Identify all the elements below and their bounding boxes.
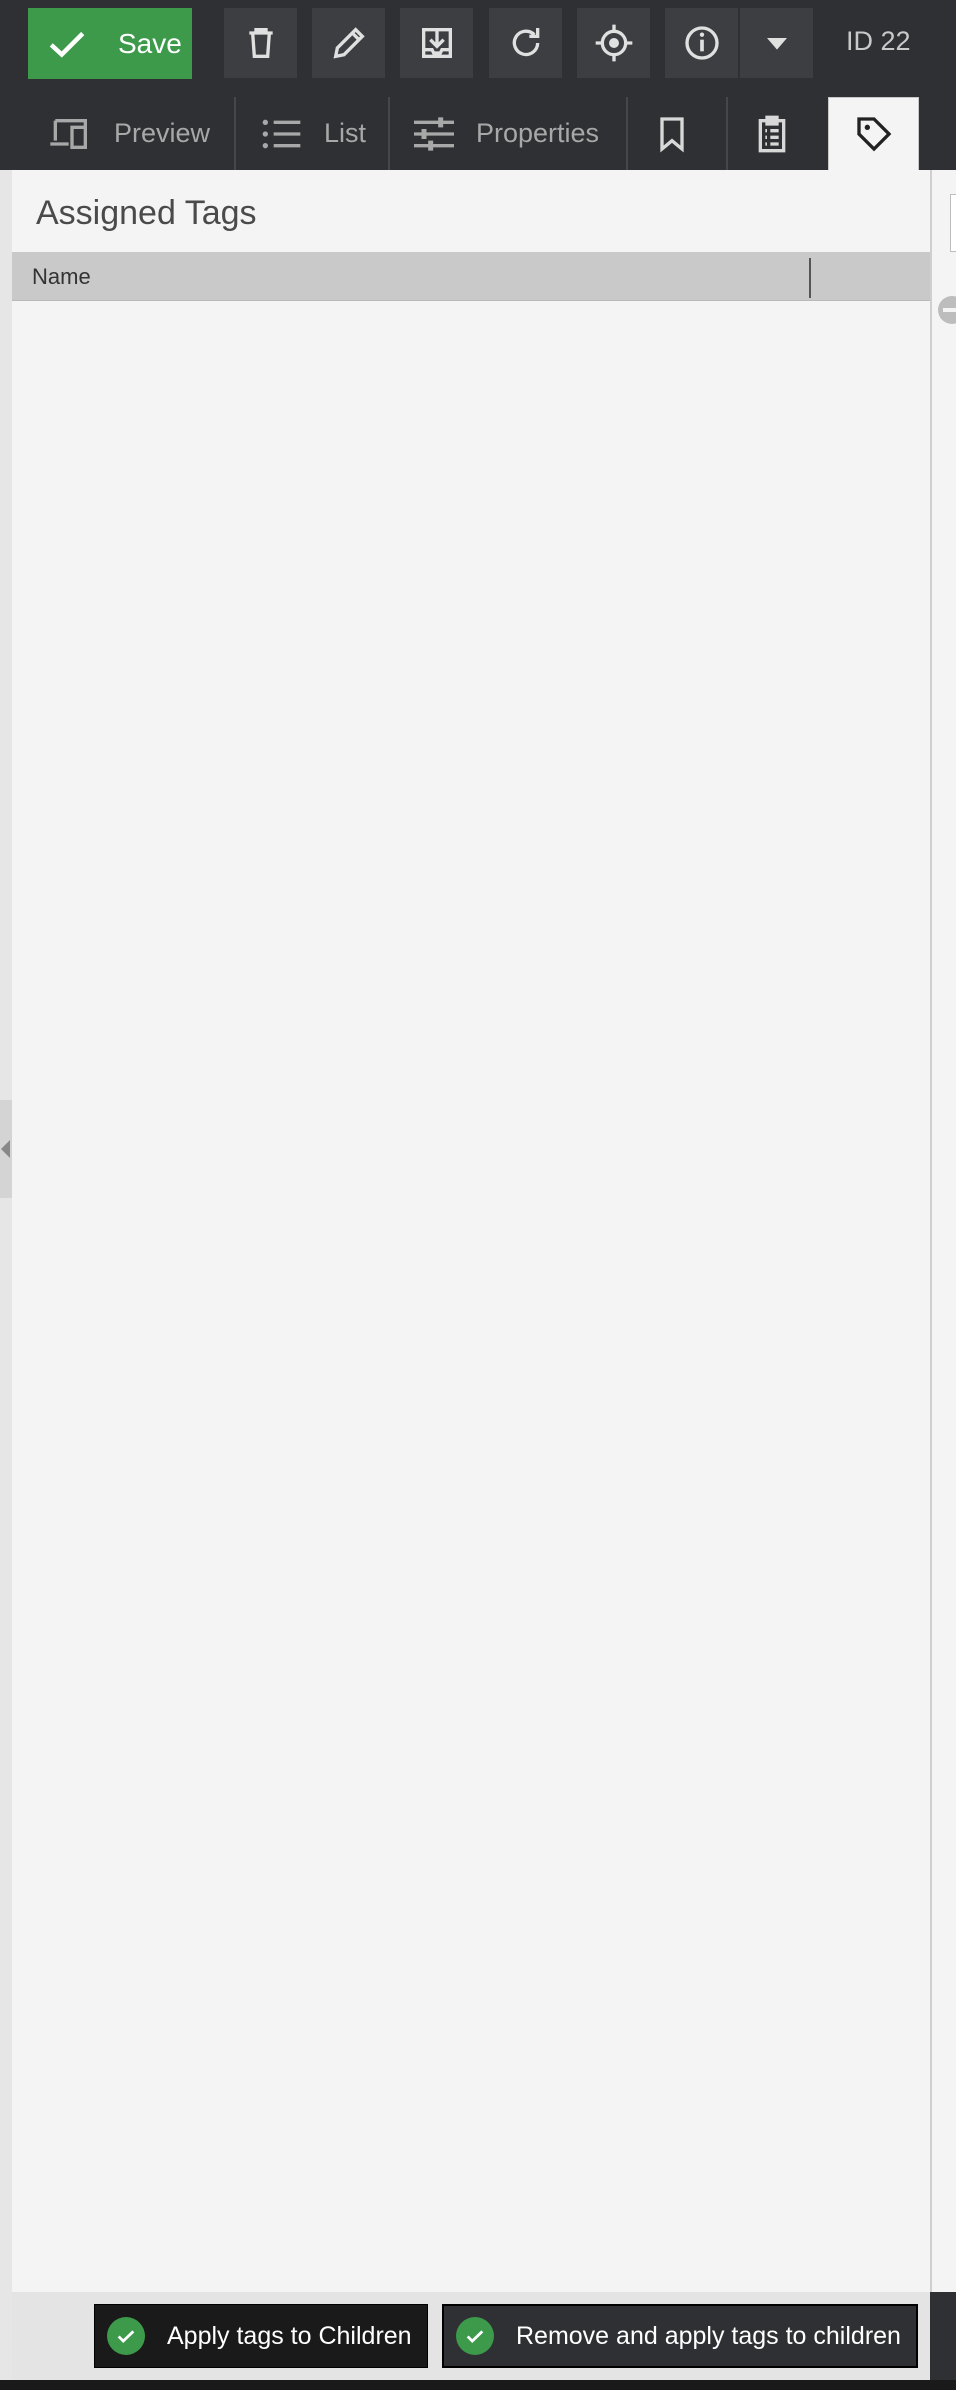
tab-bookmark[interactable] <box>628 97 716 170</box>
apply-tags-label: Apply tags to Children <box>167 2321 412 2350</box>
element-id-label: ID 22 <box>846 26 911 56</box>
bookmark-icon <box>660 116 684 153</box>
column-header-name[interactable]: Name <box>32 264 91 290</box>
save-button[interactable]: Save <box>28 8 192 79</box>
reload-button[interactable] <box>489 8 562 78</box>
tag-icon <box>856 117 891 152</box>
caret-down-icon <box>766 38 787 50</box>
edit-button[interactable] <box>312 8 385 78</box>
apply-tags-to-children-button[interactable]: Apply tags to Children <box>94 2304 428 2368</box>
toolbar: Save ID 22 <box>0 0 956 88</box>
tab-list-label: List <box>324 118 367 148</box>
collapse-panel-handle[interactable] <box>0 1100 12 1198</box>
pencil-icon <box>333 27 365 59</box>
download-icon <box>421 28 452 58</box>
tab-divider <box>388 97 390 170</box>
column-resize-handle[interactable] <box>809 258 811 298</box>
trash-icon <box>248 28 273 58</box>
tab-list[interactable]: List <box>258 97 398 170</box>
panel-footer: Apply tags to Children Remove and apply … <box>12 2292 930 2390</box>
list-icon <box>262 119 301 148</box>
locate-button[interactable] <box>577 8 650 78</box>
target-icon <box>595 24 632 62</box>
remove-and-apply-tags-button[interactable]: Remove and apply tags to children <box>442 2304 918 2368</box>
panel-title: Assigned Tags <box>36 194 257 232</box>
save-button-label: Save <box>118 27 182 59</box>
check-icon <box>49 31 85 58</box>
chevron-left-icon <box>1 1140 10 1158</box>
bottom-edge <box>0 2380 956 2390</box>
tag-search-input[interactable] <box>950 194 956 252</box>
right-side-panel <box>930 170 956 2292</box>
delete-button[interactable] <box>224 8 297 78</box>
tab-preview-label: Preview <box>114 118 211 148</box>
info-button[interactable] <box>665 8 738 78</box>
grid-header: Name <box>12 252 930 301</box>
devices-icon <box>50 118 87 149</box>
left-gutter <box>0 170 12 2390</box>
more-dropdown-button[interactable] <box>740 8 813 78</box>
tab-divider <box>234 97 236 170</box>
check-circle-icon <box>107 2317 145 2355</box>
reload-icon <box>512 28 539 57</box>
tab-tags[interactable] <box>828 97 919 170</box>
tab-preview[interactable]: Preview <box>48 97 238 170</box>
info-icon <box>684 26 719 60</box>
assigned-tags-panel: Assigned Tags Name Apply tags to Childre… <box>12 170 930 2390</box>
remove-apply-tags-label: Remove and apply tags to children <box>516 2321 901 2350</box>
sliders-icon <box>414 116 454 151</box>
check-circle-icon <box>456 2317 494 2355</box>
clipboard-icon <box>758 115 786 152</box>
remove-circle-icon[interactable] <box>938 296 956 324</box>
tab-clipboard[interactable] <box>728 97 816 170</box>
tab-bar: Preview List Properties <box>12 97 956 170</box>
tab-properties-label: Properties <box>476 118 600 148</box>
tab-properties[interactable]: Properties <box>410 97 630 170</box>
download-button[interactable] <box>400 8 473 78</box>
